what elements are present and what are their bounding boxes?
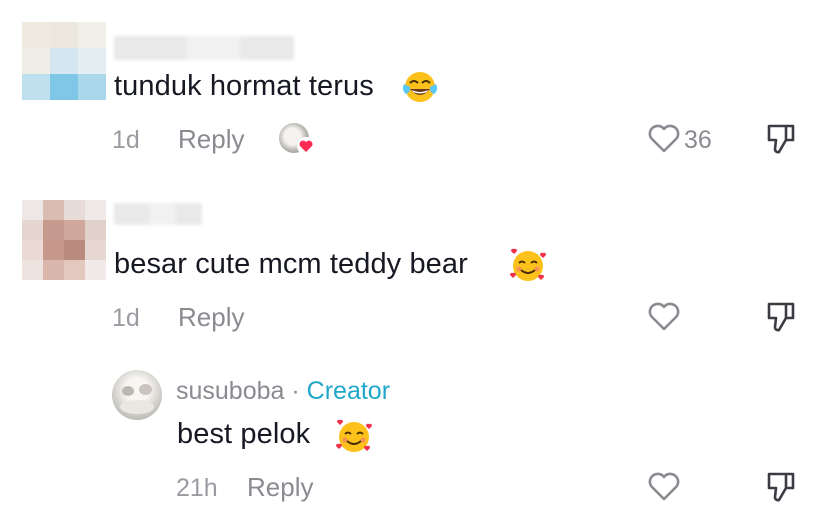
dislike-icon[interactable]: [765, 300, 797, 334]
heart-outline-icon[interactable]: [647, 122, 681, 154]
timestamp: 1d: [112, 126, 140, 154]
timestamp: 21h: [176, 474, 218, 502]
dislike-icon[interactable]: [765, 122, 797, 156]
avatar[interactable]: [22, 200, 106, 280]
heart-outline-icon[interactable]: [647, 300, 681, 332]
reply-button[interactable]: Reply: [178, 124, 244, 155]
timestamp: 1d: [112, 304, 140, 332]
author-name[interactable]: susuboba: [176, 377, 284, 405]
reply-button[interactable]: Reply: [178, 302, 244, 333]
creator-liked-avatar: [279, 123, 315, 157]
reply-button[interactable]: Reply: [247, 472, 313, 503]
creator-avatar[interactable]: [112, 370, 162, 420]
username-blurred[interactable]: [114, 36, 294, 60]
like-count: 36: [684, 126, 712, 154]
dislike-icon[interactable]: [765, 470, 797, 504]
separator-dot: ·: [291, 377, 300, 405]
face-with-tears-of-joy-icon: [402, 72, 438, 102]
heart-outline-icon[interactable]: [647, 470, 681, 502]
comment-text: besar cute mcm teddy bear: [114, 248, 468, 280]
smiling-face-with-hearts-icon: [509, 248, 547, 281]
smiling-face-with-hearts-icon: [335, 419, 373, 452]
heart-badge-icon: [297, 137, 315, 155]
reply-text: best pelok: [177, 418, 311, 450]
username-blurred[interactable]: [114, 203, 202, 225]
creator-badge: Creator: [306, 377, 391, 405]
comment-text: tunduk hormat terus: [114, 70, 374, 102]
avatar[interactable]: [22, 22, 106, 100]
creator-username-line: susuboba · Creator: [176, 377, 390, 406]
